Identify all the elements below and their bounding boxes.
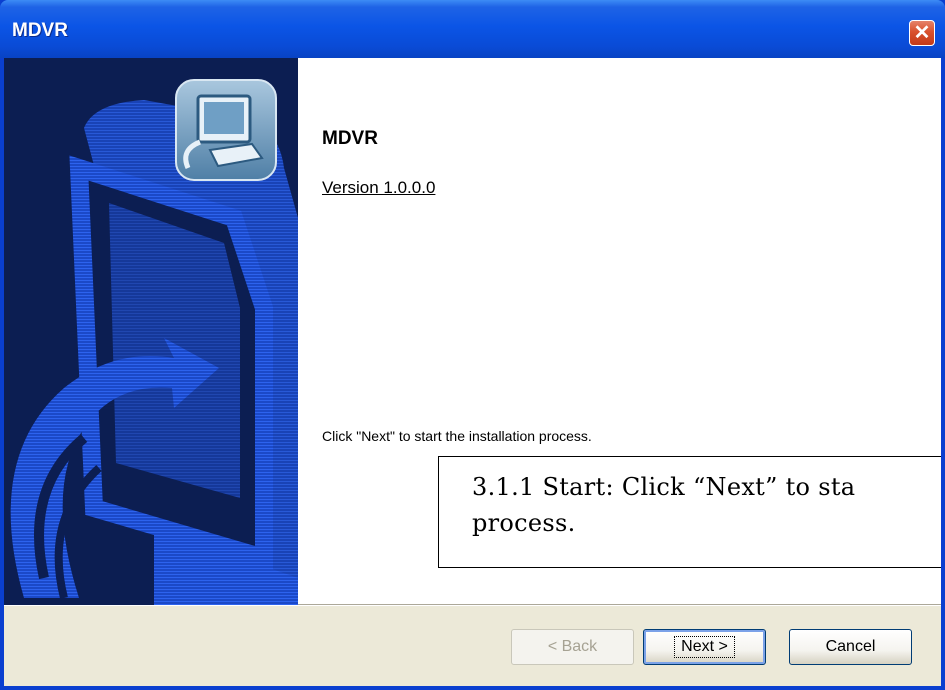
annotation-line-1: 3.1.1 Start: Click “Next” to sta (472, 473, 856, 501)
back-button[interactable]: < Back (511, 629, 634, 665)
window-title: MDVR (12, 20, 68, 41)
wizard-client-area: MDVR Version 1.0.0.0 Click "Next" to sta… (4, 58, 941, 686)
next-button-label: Next > (674, 636, 735, 658)
title-bar[interactable]: MDVR ✕ (0, 0, 945, 58)
annotation-line-2: process. (472, 509, 576, 537)
cancel-button[interactable]: Cancel (789, 629, 912, 665)
back-button-label: < Back (547, 638, 598, 655)
close-icon: ✕ (913, 22, 931, 44)
instruction-text: Click "Next" to start the installation p… (322, 428, 592, 444)
close-button[interactable]: ✕ (909, 20, 935, 46)
installer-computer-icon (175, 79, 277, 181)
version-text: Version 1.0.0.0 (322, 178, 436, 197)
next-button[interactable]: Next > (643, 629, 766, 665)
cancel-button-label: Cancel (825, 638, 876, 655)
banner-graphic (10, 79, 298, 605)
installer-window: MDVR ✕ MDVR Version 1.0.0.0 Click "Next"… (0, 0, 945, 690)
document-annotation-box: 3.1.1 Start: Click “Next” to sta process… (438, 456, 941, 568)
wizard-banner (4, 58, 298, 605)
product-name: MDVR (322, 128, 378, 149)
